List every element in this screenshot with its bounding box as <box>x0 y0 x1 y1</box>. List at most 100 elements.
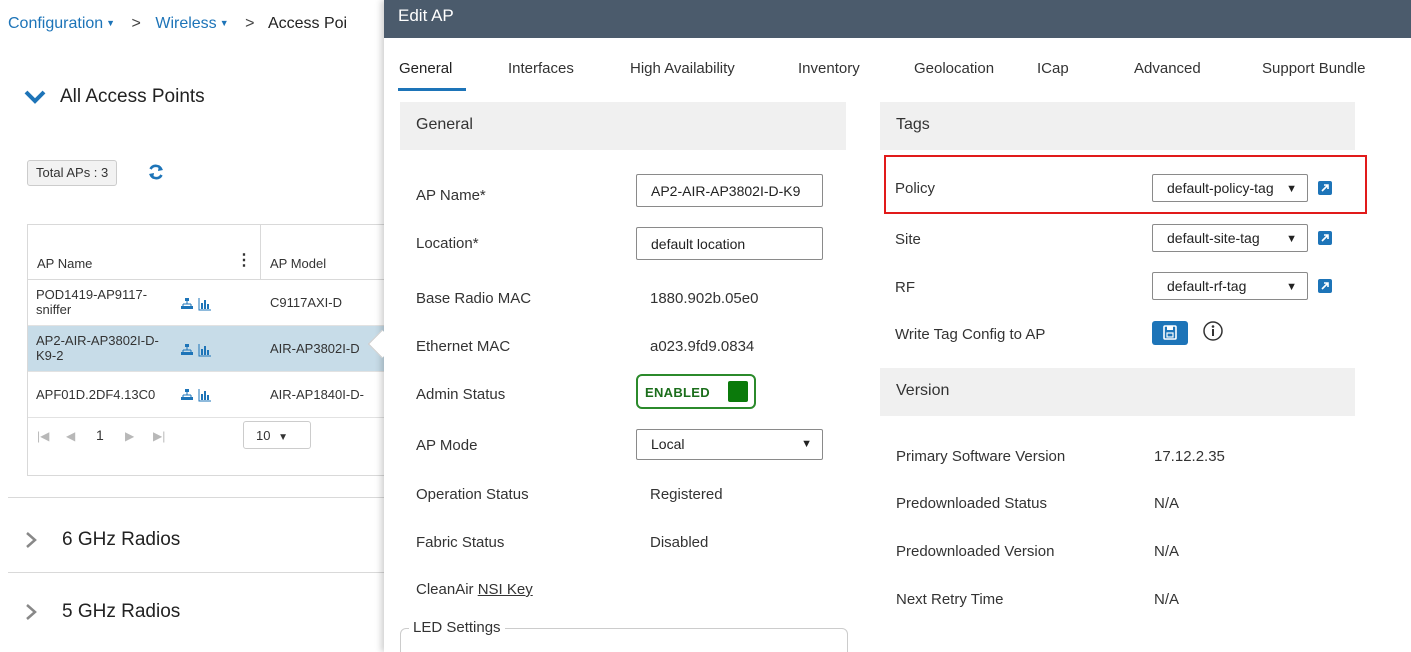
operation-status-label: Operation Status <box>416 486 529 503</box>
first-page-icon[interactable]: |◀ <box>37 429 49 443</box>
pagination: |◀ ◀ 1 ▶ ▶| 10 ▼ <box>28 417 384 457</box>
prev-page-icon[interactable]: ◀ <box>66 429 75 443</box>
primary-software-version-label: Primary Software Version <box>896 448 1066 465</box>
radio-section-5ghz[interactable]: 5 GHz Radios <box>24 601 180 623</box>
topology-chart-icon[interactable] <box>180 343 214 357</box>
tab-bar: General Interfaces High Availability Inv… <box>384 38 1411 94</box>
site-tag-select[interactable]: default-site-tag ▼ <box>1152 224 1308 252</box>
tab-icap[interactable]: ICap <box>1037 60 1069 77</box>
breadcrumb-wireless[interactable]: Wireless <box>155 15 216 32</box>
rf-tag-select[interactable]: default-rf-tag ▼ <box>1152 272 1308 300</box>
edit-ap-dialog: Edit AP General Interfaces High Availabi… <box>384 0 1411 652</box>
ap-name-line: AP2-AIR-AP3802I-D- <box>36 333 159 348</box>
open-link-icon[interactable] <box>1318 279 1332 293</box>
table-header: AP Name ⋮ AP Model <box>28 225 384 280</box>
ap-name-cell[interactable]: APF01D.2DF4.13C0 <box>36 387 186 402</box>
breadcrumb: Configuration ▼ > Wireless ▼ > Access Poi <box>8 15 347 33</box>
radio-section-title: 6 GHz Radios <box>62 529 181 550</box>
breadcrumb-configuration[interactable]: Configuration <box>8 15 103 32</box>
nsi-key-link[interactable]: NSI Key <box>478 581 533 598</box>
ethernet-mac-label: Ethernet MAC <box>416 338 511 355</box>
column-header-ap-model[interactable]: AP Model <box>270 256 326 271</box>
admin-status-label: Admin Status <box>416 386 506 403</box>
breadcrumb-separator: > <box>245 15 255 32</box>
breadcrumb-separator: > <box>131 15 141 32</box>
tab-advanced[interactable]: Advanced <box>1134 60 1201 77</box>
rf-label: RF <box>895 279 915 296</box>
ap-model-cell: C9117AXI-D <box>270 295 343 310</box>
cleanair-text: CleanAir <box>416 581 474 598</box>
table-row[interactable]: POD1419-AP9117- sniffer C9117AXI-D <box>28 280 384 326</box>
ap-name-line: POD1419-AP9117- <box>36 287 148 302</box>
led-settings-fieldset: LED Settings <box>400 619 848 652</box>
tab-general[interactable]: General <box>399 60 452 77</box>
divider <box>8 572 384 573</box>
chevron-down-icon: ▼ <box>278 432 288 443</box>
tab-interfaces[interactable]: Interfaces <box>508 60 574 77</box>
column-menu-icon[interactable]: ⋮ <box>236 250 252 270</box>
policy-tag-select[interactable]: default-policy-tag ▼ <box>1152 174 1308 202</box>
tab-support-bundle[interactable]: Support Bundle <box>1262 60 1365 77</box>
caret-down-icon[interactable]: ▼ <box>106 18 115 28</box>
tab-inventory[interactable]: Inventory <box>798 60 860 77</box>
ap-name-label: AP Name* <box>416 187 486 204</box>
ap-mode-label: AP Mode <box>416 437 478 454</box>
chevron-down-icon: ▼ <box>1286 281 1297 293</box>
predownloaded-version-label: Predownloaded Version <box>896 543 1055 560</box>
current-page: 1 <box>96 427 104 443</box>
open-link-icon[interactable] <box>1318 181 1332 195</box>
table-row[interactable]: APF01D.2DF4.13C0 AIR-AP1840I-D- <box>28 372 384 418</box>
predownloaded-version-value: N/A <box>1154 543 1180 560</box>
admin-status-value: ENABLED <box>645 385 710 400</box>
radio-section-6ghz[interactable]: 6 GHz Radios <box>24 529 180 551</box>
base-radio-mac-value: 1880.902b.05e0 <box>650 290 759 307</box>
next-page-icon[interactable]: ▶ <box>125 429 134 443</box>
ap-mode-select[interactable]: Local ▼ <box>636 429 823 460</box>
next-retry-time-value: N/A <box>1154 591 1180 608</box>
cleanair-label: CleanAir NSI Key <box>416 581 533 598</box>
location-input[interactable]: default location <box>636 227 823 260</box>
tags-section-header: Tags <box>880 102 1355 150</box>
open-link-icon[interactable] <box>1318 231 1332 245</box>
column-header-ap-name[interactable]: AP Name <box>37 256 92 271</box>
column-divider <box>260 225 261 280</box>
caret-down-icon[interactable]: ▼ <box>220 18 229 28</box>
page-size-value: 10 <box>256 428 271 443</box>
fabric-status-value: Disabled <box>650 534 709 551</box>
predownloaded-status-label: Predownloaded Status <box>896 495 1047 512</box>
location-label: Location* <box>416 235 479 252</box>
ap-name-line: sniffer <box>36 302 72 317</box>
page-size-select[interactable]: 10 ▼ <box>243 421 311 449</box>
chevron-down-icon <box>24 90 46 104</box>
ap-name-cell[interactable]: POD1419-AP9117- sniffer <box>36 287 186 317</box>
fabric-status-label: Fabric Status <box>416 534 505 551</box>
write-tag-config-label: Write Tag Config to AP <box>895 326 1046 343</box>
ethernet-mac-value: a023.9fd9.0834 <box>650 338 755 355</box>
topology-chart-icon[interactable] <box>180 388 214 402</box>
ap-model-cell: AIR-AP1840I-D- <box>270 387 364 402</box>
base-radio-mac-label: Base Radio MAC <box>416 290 532 307</box>
radio-section-title: 5 GHz Radios <box>62 601 181 622</box>
led-settings-legend: LED Settings <box>409 619 505 636</box>
topology-chart-icon[interactable] <box>180 297 214 311</box>
admin-status-toggle[interactable]: ENABLED <box>636 374 756 409</box>
ap-model-cell: AIR-AP3802I-D <box>270 341 360 356</box>
version-section-header: Version <box>880 368 1355 416</box>
table-row-selected[interactable]: AP2-AIR-AP3802I-D- K9-2 AIR-AP3802I-D <box>28 326 384 372</box>
tab-high-availability[interactable]: High Availability <box>630 60 735 77</box>
primary-software-version-value: 17.12.2.35 <box>1154 448 1225 465</box>
policy-label: Policy <box>895 180 936 197</box>
ap-name-input[interactable]: AP2-AIR-AP3802I-D-K9 <box>636 174 823 207</box>
chevron-right-icon <box>26 532 37 548</box>
breadcrumb-current: Access Poi <box>267 15 348 32</box>
refresh-icon[interactable] <box>147 163 165 181</box>
chevron-down-icon: ▼ <box>801 438 812 450</box>
save-tag-config-button[interactable] <box>1152 321 1188 345</box>
tab-geolocation[interactable]: Geolocation <box>914 60 994 77</box>
all-access-points-toggle[interactable]: All Access Points <box>24 86 205 108</box>
policy-tag-value: default-policy-tag <box>1167 180 1274 196</box>
ap-name-cell[interactable]: AP2-AIR-AP3802I-D- K9-2 <box>36 333 186 363</box>
info-icon[interactable] <box>1202 320 1224 342</box>
section-title: All Access Points <box>60 86 205 107</box>
last-page-icon[interactable]: ▶| <box>153 429 165 443</box>
